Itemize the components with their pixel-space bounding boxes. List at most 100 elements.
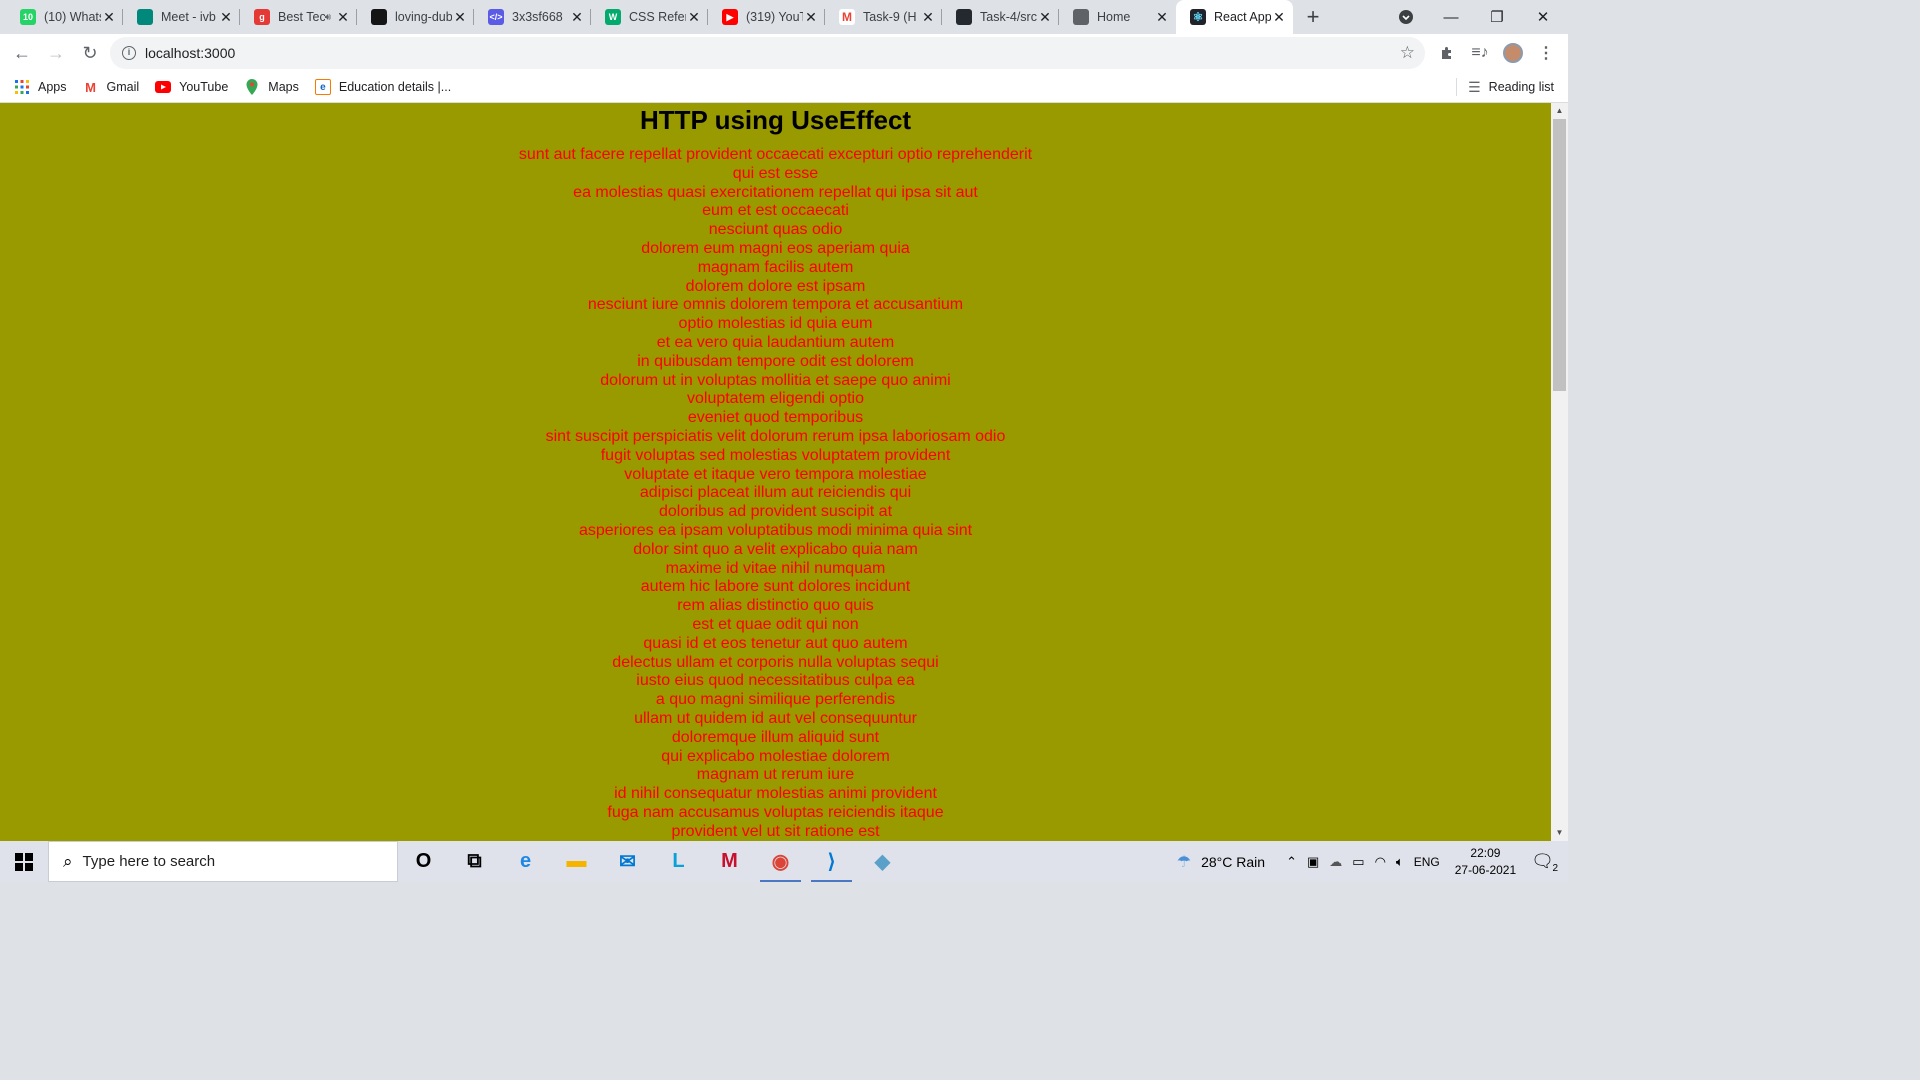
post-title: sint suscipit perspiciatis velit dolorum… — [545, 427, 1006, 445]
tab-strip: 10(10) WhatsApp✕Meet - ivb✕ g Best Tech🔊︎ ✕… — [0, 0, 1568, 34]
youtube-icon — [155, 79, 172, 95]
post-title: in quibusdam tempore odit est dolorem — [637, 352, 914, 370]
tab-audio-icon[interactable]: 🔊︎ — [325, 12, 331, 23]
mcafee-icon[interactable]: M — [704, 841, 755, 882]
post-title: quasi id et eos tenetur aut quo autem — [643, 634, 908, 652]
bookmark-education[interactable]: e Education details |... — [314, 79, 451, 95]
bookmark-youtube[interactable]: YouTube — [155, 79, 228, 95]
gmail-icon: M — [85, 79, 96, 95]
notification-icon[interactable]: 🗨︎ 2 — [1531, 851, 1558, 874]
tab-8[interactable]: Task-4/src ✕ — [942, 0, 1059, 34]
language-indicator[interactable]: ENG — [1414, 855, 1440, 869]
post-title: provident vel ut sit ratione est — [671, 822, 880, 840]
tab-close-icon[interactable]: ✕ — [1154, 9, 1170, 25]
whatsapp-icon: 10 — [20, 9, 36, 25]
youtube-icon: ▶ — [722, 9, 738, 25]
tab-close-icon[interactable]: ✕ — [218, 9, 234, 25]
tab-title: CSS Reference — [629, 10, 686, 24]
globe-icon — [1073, 9, 1089, 25]
media-control-icon[interactable]: ≡♪ — [1464, 37, 1496, 69]
tab-title: loving-dubinsky — [395, 10, 452, 24]
reading-list-label: Reading list — [1488, 80, 1554, 94]
wifi-icon[interactable]: ◠ — [1375, 854, 1386, 870]
tab-close-icon[interactable]: ✕ — [686, 9, 702, 25]
url-text: localhost:3000 — [145, 45, 236, 61]
app-icon[interactable]: ◆ — [857, 841, 908, 882]
tab-close-icon[interactable]: ✕ — [1271, 9, 1287, 25]
chrome-icon[interactable]: ◉ — [755, 841, 806, 882]
tabs-container: 10(10) WhatsApp✕Meet - ivb✕ g Best Tech🔊︎ ✕… — [0, 0, 1293, 34]
scroll-up-icon[interactable]: ▲ — [1551, 103, 1568, 119]
tab-close-icon[interactable]: ✕ — [452, 9, 468, 25]
tab-9[interactable]: Home ✕ — [1059, 0, 1176, 34]
scrollbar-thumb[interactable] — [1553, 119, 1566, 391]
bookmark-gmail[interactable]: M Gmail — [83, 79, 139, 95]
bookmark-label: Apps — [38, 80, 67, 94]
tab-4[interactable]: </> 3x3sf668 ✕ — [474, 0, 591, 34]
site-info-icon[interactable]: i — [122, 46, 136, 60]
minimize-icon[interactable]: — — [1428, 0, 1474, 34]
search-placeholder: Type here to search — [82, 853, 216, 870]
clock-time: 22:09 — [1470, 845, 1501, 860]
page-viewport: HTTP using UseEffect sunt aut facere rep… — [0, 103, 1551, 841]
tab-5[interactable]: W CSS Reference✕ — [591, 0, 708, 34]
bookmark-maps[interactable]: Maps — [244, 79, 299, 95]
reload-icon[interactable]: ↻ — [74, 37, 106, 69]
edge-icon[interactable]: e — [500, 841, 551, 882]
vertical-scrollbar[interactable]: ▲ ▼ — [1551, 103, 1568, 841]
tab-close-icon[interactable]: ✕ — [335, 9, 351, 25]
tab-close-icon[interactable]: ✕ — [1037, 9, 1053, 25]
bookmark-apps[interactable]: Apps — [14, 79, 67, 95]
post-title: et ea vero quia laudantium autem — [656, 333, 895, 351]
bookmark-star-icon[interactable]: ☆ — [1400, 43, 1415, 63]
tab-7[interactable]: M Task-9 (H ✕ — [825, 0, 942, 34]
tab-title: Best Tech — [278, 10, 325, 24]
task-view-icon[interactable]: ⧉ — [449, 841, 500, 882]
new-tab-icon[interactable]: + — [1293, 0, 1333, 34]
post-title: id nihil consequatur molestias animi pro… — [614, 785, 937, 803]
battery-icon[interactable]: ▭ — [1352, 854, 1364, 870]
tab-search-icon[interactable] — [1383, 0, 1429, 34]
browser-toolbar: ← → ↻ i localhost:3000 ☆ ≡♪ ⋮ — [0, 34, 1568, 72]
mail-icon[interactable]: ✉ — [602, 841, 653, 882]
meet-now-icon[interactable]: ▣ — [1307, 854, 1319, 870]
window-close-icon[interactable]: ✕ — [1520, 0, 1566, 34]
tab-10[interactable]: ⚛ React App ✕ — [1176, 0, 1293, 34]
file-explorer-icon[interactable]: ▬ — [551, 841, 602, 882]
bookmarks-bar: Apps M Gmail YouTube Maps e Education de… — [0, 72, 1568, 102]
forward-icon[interactable]: → — [40, 37, 72, 69]
tab-3[interactable]: loving-dubinsky✕ — [357, 0, 474, 34]
app-l-icon[interactable]: L — [653, 841, 704, 882]
tab-close-icon[interactable]: ✕ — [920, 9, 936, 25]
windows-start-icon[interactable] — [0, 841, 48, 882]
tab-close-icon[interactable]: ✕ — [569, 9, 585, 25]
post-title: est et quae odit qui non — [692, 615, 859, 633]
more-menu-icon[interactable]: ⋮ — [1530, 37, 1562, 69]
profile-avatar[interactable] — [1497, 37, 1529, 69]
address-bar[interactable]: i localhost:3000 ☆ — [110, 37, 1425, 69]
weather-text[interactable]: 28°C Rain — [1201, 854, 1265, 870]
cortana-icon[interactable]: O — [398, 841, 449, 882]
post-title: eveniet quod temporibus — [687, 409, 864, 427]
volume-icon[interactable]: 🔈︎ — [1396, 854, 1404, 870]
tab-close-icon[interactable]: ✕ — [101, 9, 117, 25]
clock-date: 27-06-2021 — [1454, 862, 1517, 877]
tab-6[interactable]: ▶ (319) YouTube✕ — [708, 0, 825, 34]
tab-1[interactable]: Meet - ivb ✕ — [123, 0, 240, 34]
tab-0[interactable]: 10 (10) WhatsApp✕ — [6, 0, 123, 34]
post-list: sunt aut facere repellat provident occae… — [0, 146, 1551, 841]
onedrive-icon[interactable]: ☁ — [1329, 854, 1342, 870]
guvi-icon: g — [254, 9, 270, 25]
reading-list-button[interactable]: ☰ Reading list — [1456, 72, 1554, 102]
tab-close-icon[interactable]: ✕ — [803, 9, 819, 25]
scroll-down-icon[interactable]: ▼ — [1551, 825, 1568, 841]
tray-chevron-icon[interactable]: ⌃ — [1286, 854, 1297, 870]
tab-2[interactable]: g Best Tech🔊︎ ✕ — [240, 0, 357, 34]
restore-icon[interactable]: ❐ — [1474, 0, 1520, 34]
back-icon[interactable]: ← — [6, 37, 38, 69]
extensions-icon[interactable] — [1431, 37, 1463, 69]
tab-title: 3x3sf668 — [512, 10, 563, 24]
vscode-icon[interactable]: ⟩ — [806, 841, 857, 882]
clock[interactable]: 22:09 27-06-2021 — [1455, 845, 1516, 879]
taskbar-search-input[interactable]: ⌕ Type here to search — [48, 841, 398, 882]
